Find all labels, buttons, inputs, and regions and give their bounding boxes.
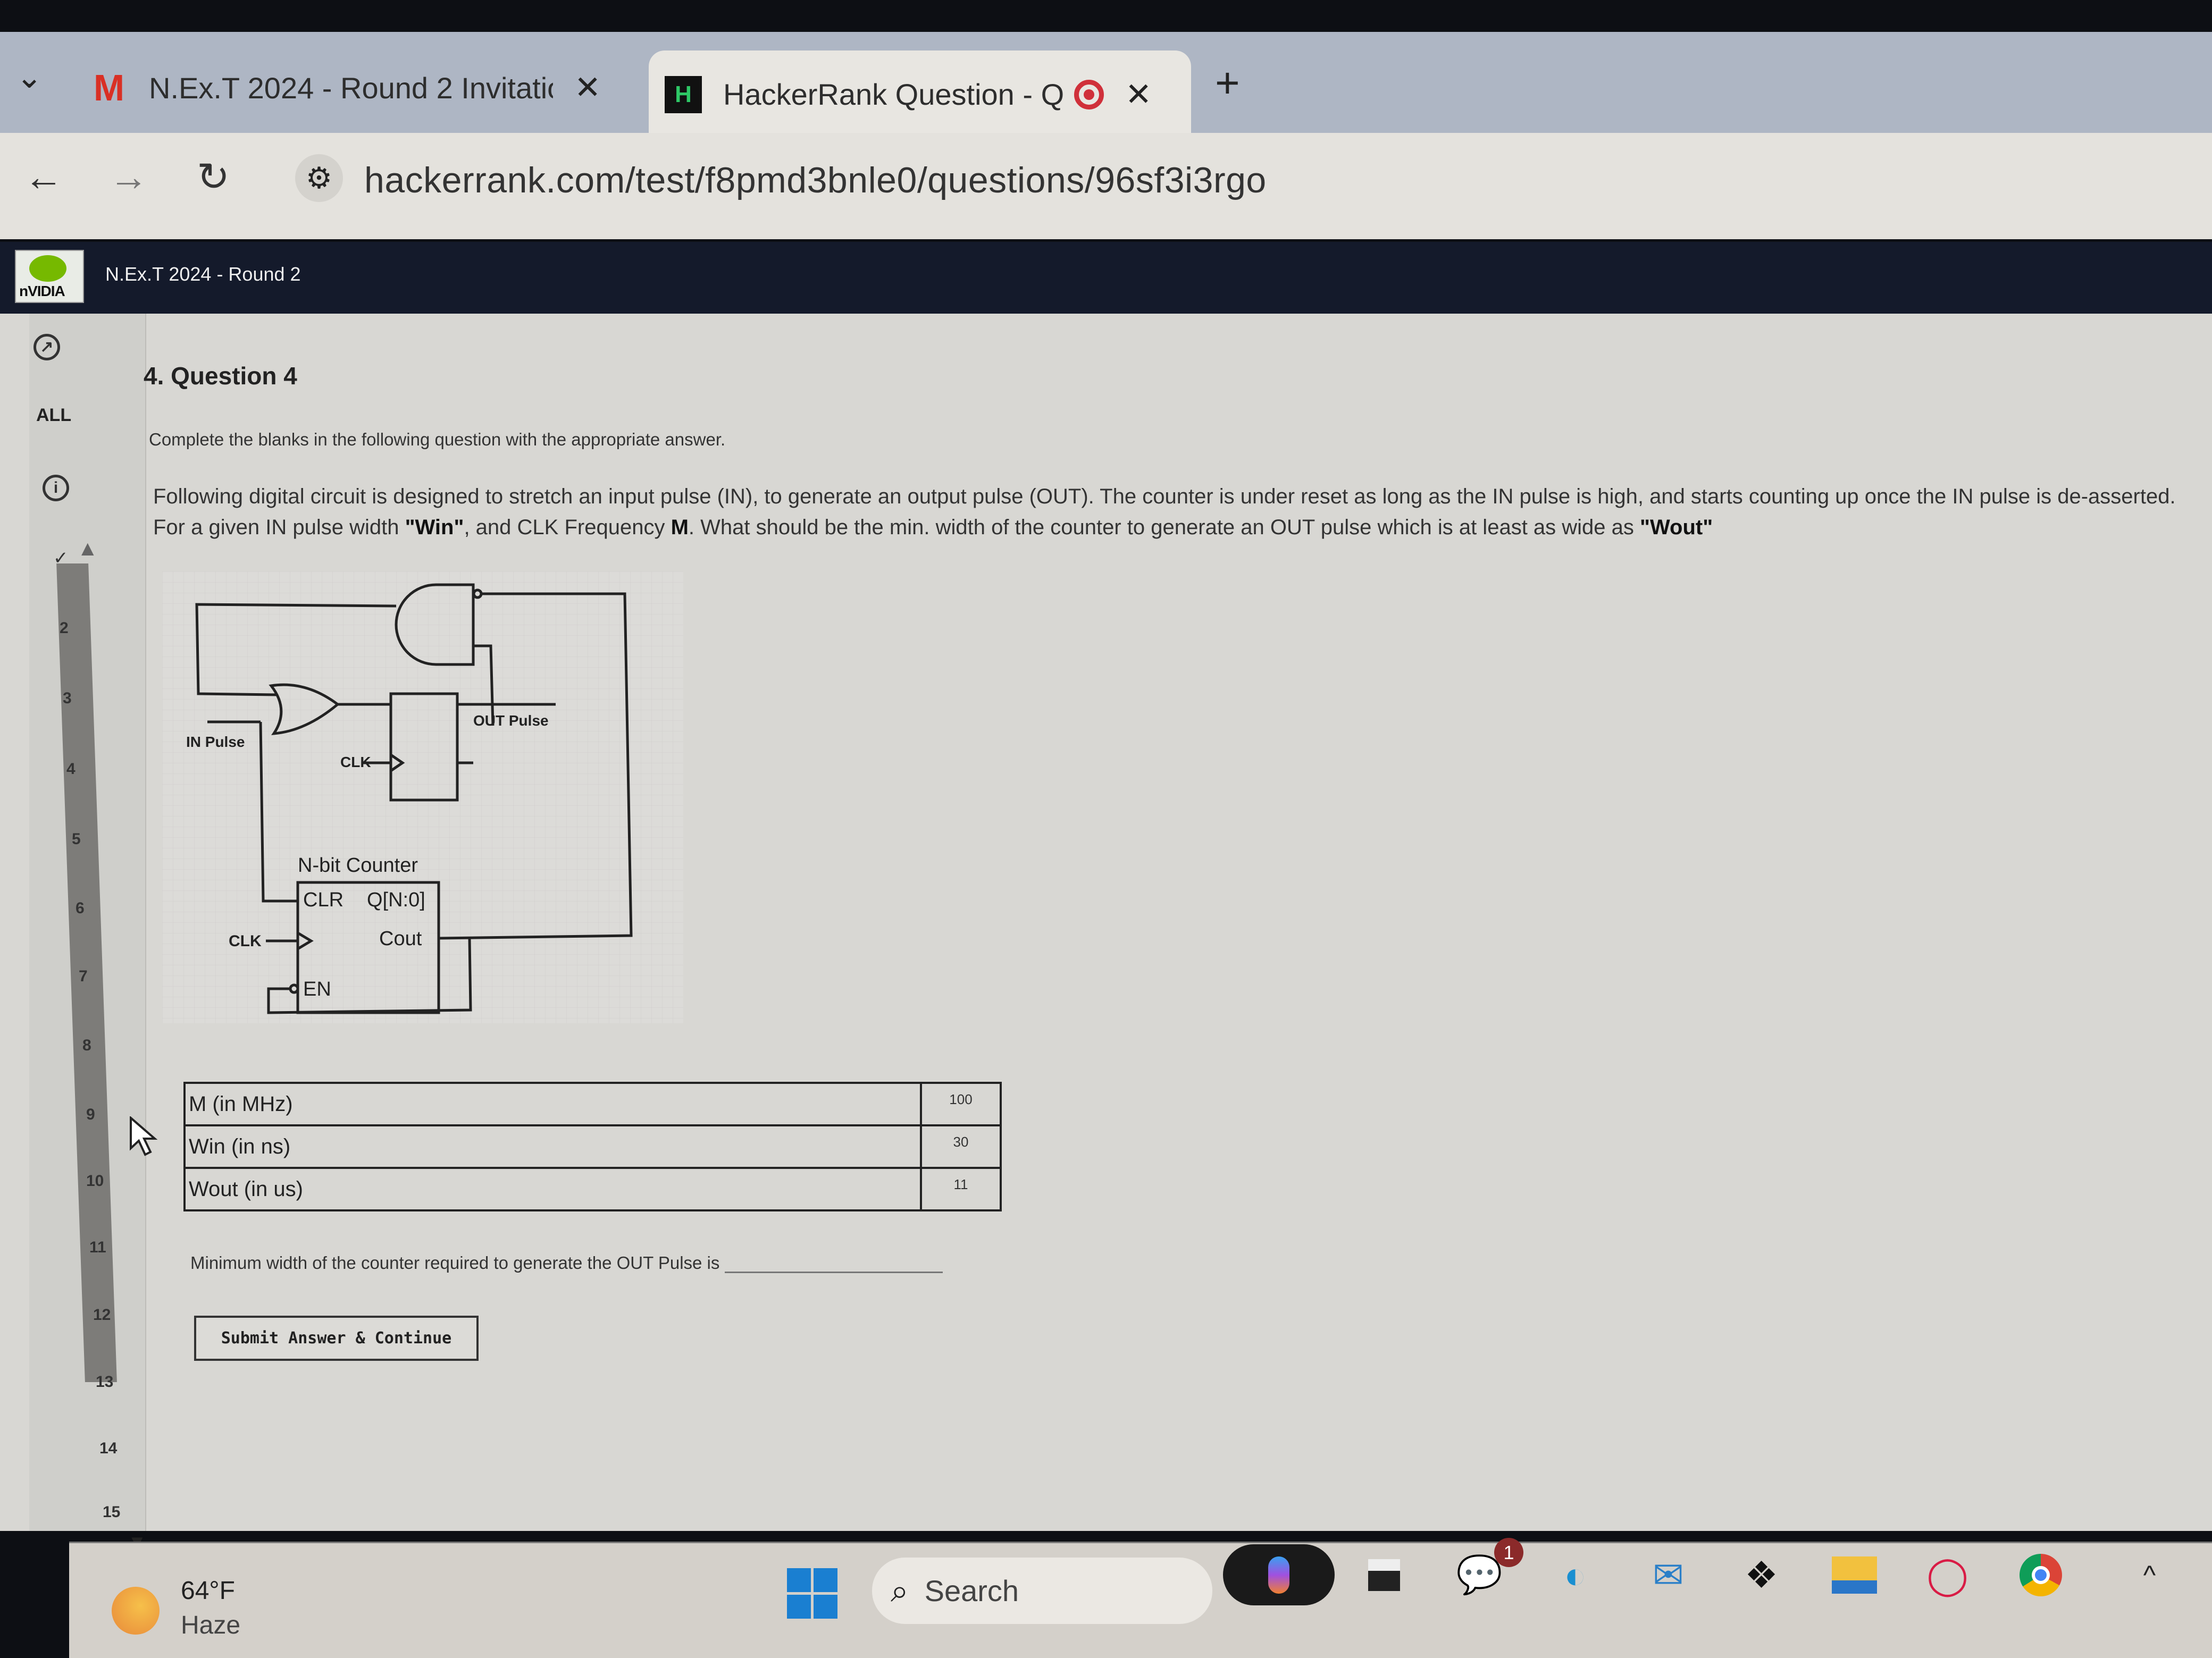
scroll-up-icon[interactable]: ▲ xyxy=(77,537,98,561)
text-fragment: . What should be the min. width of the c… xyxy=(688,516,1640,539)
task-view-icon[interactable] xyxy=(1353,1544,1414,1605)
label-en: EN xyxy=(303,978,331,1000)
nvidia-eye-icon xyxy=(29,255,66,282)
sidebar-question-15[interactable]: 15 xyxy=(103,1503,120,1521)
reload-icon[interactable]: ↻ xyxy=(197,154,230,200)
label-out-pulse: OUT Pulse xyxy=(473,712,549,729)
sidebar-question-6[interactable]: 6 xyxy=(76,899,85,918)
param-value: 30 xyxy=(920,1124,1002,1169)
label-counter-title: N-bit Counter xyxy=(298,854,418,877)
table-row: M (in MHz) 100 xyxy=(183,1082,1002,1126)
answer-input[interactable] xyxy=(725,1252,943,1273)
label-q: Q[N:0] xyxy=(367,889,425,911)
table-row: Wout (in us) 11 xyxy=(183,1167,1002,1211)
show-hidden-icons-chevron[interactable]: ^ xyxy=(2119,1544,2180,1605)
parameters-table: M (in MHz) 100 Win (in ns) 30 Wout (in u… xyxy=(183,1082,1002,1211)
info-icon[interactable]: i xyxy=(43,475,69,501)
question-text: Following digital circuit is designed to… xyxy=(153,481,2190,543)
logo-text: nVIDIA xyxy=(19,283,65,299)
forward-icon[interactable]: → xyxy=(109,154,148,199)
sidebar-question-5[interactable]: 5 xyxy=(72,830,81,848)
gmail-icon: M xyxy=(93,67,125,108)
tab-search-chevron-icon[interactable]: ⌄ xyxy=(16,58,43,96)
test-title: N.Ex.T 2024 - Round 2 xyxy=(105,263,301,285)
param-label: Wout (in us) xyxy=(183,1167,922,1211)
windows-start-icon[interactable] xyxy=(787,1568,837,1619)
close-icon[interactable]: ✕ xyxy=(1125,76,1152,113)
sidebar-question-3[interactable]: 3 xyxy=(63,689,72,708)
label-counter-clk: CLK xyxy=(229,932,262,950)
param-label: M (in MHz) xyxy=(183,1082,922,1126)
chrome-icon[interactable] xyxy=(2010,1544,2071,1605)
tab-title: N.Ex.T 2024 - Round 2 Invitation xyxy=(149,71,553,105)
param-value: 11 xyxy=(920,1167,1002,1211)
text-fragment: For a given IN pulse width xyxy=(153,516,405,539)
sidebar-all[interactable]: ALL xyxy=(36,405,71,426)
app-header xyxy=(0,242,2212,314)
taskbar-search[interactable]: ⌕ Search xyxy=(872,1558,1212,1624)
sidebar-question-9[interactable]: 9 xyxy=(86,1106,95,1124)
sidebar-question-10[interactable]: 10 xyxy=(86,1172,104,1190)
wout-term: "Wout" xyxy=(1640,516,1713,539)
label-cout: Cout xyxy=(379,928,422,950)
tab-title: HackerRank Question - Question xyxy=(723,78,1063,111)
tab-gmail[interactable]: M N.Ex.T 2024 - Round 2 Invitation ✕ xyxy=(90,43,643,133)
search-icon: ⌕ xyxy=(891,1572,909,1609)
circuit-svg: IN Pulse CLK OUT Pulse N-bit Counter CLR… xyxy=(162,571,683,1023)
hackerrank-icon: H xyxy=(665,75,702,113)
sidebar-question-11[interactable]: 11 xyxy=(89,1239,106,1257)
search-placeholder: Search xyxy=(924,1574,1019,1607)
back-icon[interactable]: ← xyxy=(24,154,63,199)
m-term: M xyxy=(671,516,689,539)
circuit-diagram: IN Pulse CLK OUT Pulse N-bit Counter CLR… xyxy=(162,571,683,1023)
mouse-cursor-icon xyxy=(130,1116,158,1156)
text-fragment: , and CLK Frequency xyxy=(464,516,671,539)
param-value: 100 xyxy=(920,1082,1002,1126)
sidebar-question-8[interactable]: 8 xyxy=(82,1037,91,1055)
question-text-line-2: For a given IN pulse width "Win", and CL… xyxy=(153,512,2190,543)
dropbox-icon[interactable]: ❖ xyxy=(1731,1544,1792,1605)
tab-hackerrank[interactable]: H HackerRank Question - Question ✕ xyxy=(649,51,1191,138)
site-settings-icon[interactable]: ⚙ xyxy=(295,154,343,202)
sidebar-question-7[interactable]: 7 xyxy=(79,967,88,986)
param-label: Win (in ns) xyxy=(183,1124,922,1169)
sidebar-question-4[interactable]: 4 xyxy=(66,760,76,778)
sidebar-question-14[interactable]: 14 xyxy=(99,1440,117,1458)
label-ff-clk: CLK xyxy=(340,754,371,770)
edge-icon[interactable]: ◐ xyxy=(1545,1544,1606,1605)
close-icon[interactable]: ✕ xyxy=(574,69,601,106)
mail-icon[interactable]: ✉ xyxy=(1638,1544,1699,1605)
recording-icon xyxy=(1074,79,1104,110)
question-text-line-1: Following digital circuit is designed to… xyxy=(153,485,2176,508)
sidebar-question-2[interactable]: 2 xyxy=(60,619,69,637)
question-title: 4. Question 4 xyxy=(144,362,297,390)
weather-haze-icon[interactable] xyxy=(112,1587,160,1635)
label-in-pulse: IN Pulse xyxy=(186,734,245,750)
expand-icon[interactable]: ↗ xyxy=(33,334,60,360)
diagram-grid xyxy=(162,571,683,1023)
nvidia-logo: nVIDIA xyxy=(15,250,84,303)
file-explorer-icon[interactable] xyxy=(1824,1544,1885,1605)
win-term: "Win" xyxy=(405,516,464,539)
weather-condition[interactable]: Haze xyxy=(181,1611,240,1640)
address-bar[interactable]: hackerrank.com/test/f8pmd3bnle0/question… xyxy=(364,159,1267,201)
copilot-icon[interactable] xyxy=(1223,1544,1335,1605)
opera-icon[interactable]: ◯ xyxy=(1917,1544,1978,1605)
table-row: Win (in ns) 30 xyxy=(183,1124,1002,1169)
weather-temperature[interactable]: 64°F xyxy=(181,1576,235,1605)
answer-label: Minimum width of the counter required to… xyxy=(190,1253,720,1273)
notification-badge: 1 xyxy=(1494,1538,1523,1567)
label-clr: CLR xyxy=(303,889,343,911)
question-instruction: Complete the blanks in the following que… xyxy=(149,430,726,449)
new-tab-button[interactable]: + xyxy=(1215,58,1240,107)
answer-row: Minimum width of the counter required to… xyxy=(190,1252,943,1273)
submit-answer-button[interactable]: Submit Answer & Continue xyxy=(194,1316,479,1361)
sidebar-question-12[interactable]: 12 xyxy=(93,1306,111,1324)
sidebar-question-13[interactable]: 13 xyxy=(96,1373,113,1391)
